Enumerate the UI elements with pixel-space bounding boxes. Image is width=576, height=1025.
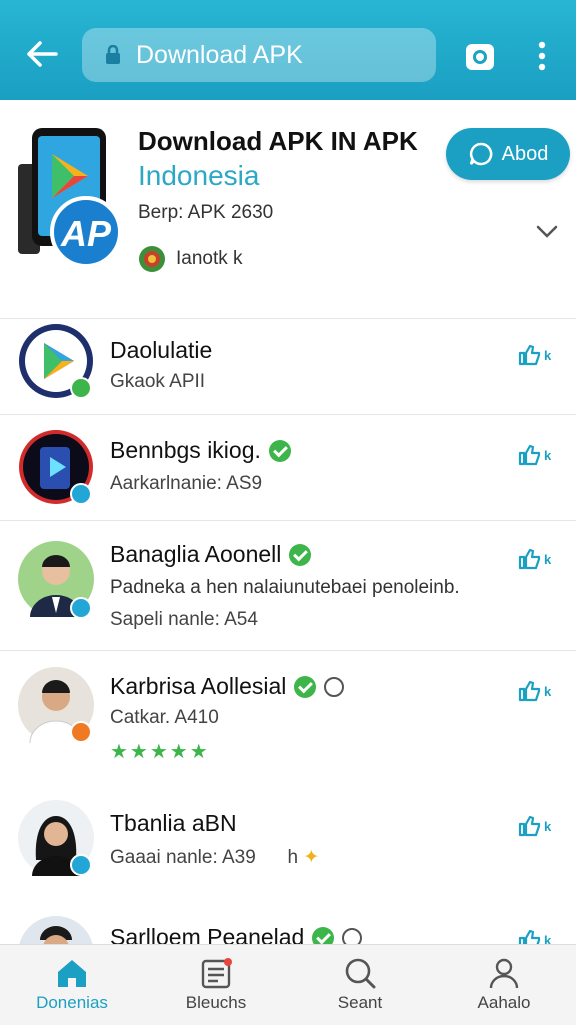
list-item[interactable]: Daolulatie Gkaok APII k (0, 318, 576, 415)
clock-icon (342, 927, 363, 944)
developer-avatar (138, 245, 166, 273)
item-subtitle-secondary: Sapeli nanle: A54 (110, 609, 258, 630)
status-badge (70, 483, 92, 505)
news-icon (201, 958, 232, 989)
app-title: Download APK IN APK (138, 126, 418, 156)
search-text: Download APK (136, 40, 303, 69)
search-input[interactable]: Download APK (82, 28, 436, 82)
camera-icon[interactable] (462, 38, 498, 74)
item-subtitle: Gaaai nanle: A39 h ✦ (110, 847, 320, 868)
lock-icon (104, 45, 122, 65)
verified-icon (294, 675, 317, 698)
avatar (18, 323, 94, 399)
item-subtitle: Padneka a hen nalaiunutebaei penoleinb. (110, 577, 460, 598)
item-name: Banaglia Aoonell (110, 541, 312, 568)
thumbs-up-icon[interactable]: k (518, 926, 558, 944)
status-badge (70, 597, 92, 619)
list-item[interactable]: Bennbgs ikiog. Aarkarlnanie: AS9 k (0, 414, 576, 521)
status-badge (70, 377, 92, 399)
nav-home[interactable]: Donenias (0, 945, 144, 1025)
app-meta: Berp: APK 2630 (138, 202, 274, 223)
app-subtitle: Indonesia (138, 160, 260, 191)
chat-icon (469, 142, 493, 166)
arrow-left-icon[interactable] (22, 34, 62, 74)
list-item[interactable]: Karbrisa Aollesial Catkar. A410 ★★★★★ k (0, 650, 576, 787)
verified-icon (312, 926, 335, 944)
status-badge (70, 721, 92, 743)
item-name: Sarlloem Peanelad (110, 924, 363, 944)
clock-icon (324, 676, 345, 697)
avatar (18, 800, 94, 876)
thumbs-up-icon[interactable]: k (518, 677, 558, 705)
avatar (18, 541, 94, 619)
svg-text:AP: AP (60, 213, 112, 254)
profile-icon (489, 958, 519, 989)
item-name: Daolulatie (110, 337, 213, 363)
search-icon (345, 958, 376, 989)
item-name: Karbrisa Aollesial (110, 673, 345, 700)
list-item[interactable]: Tbanlia aBN Gaaai nanle: A39 h ✦ k (0, 786, 576, 916)
item-name: Bennbgs ikiog. (110, 437, 291, 464)
avatar (18, 429, 94, 505)
thumbs-up-icon[interactable]: k (518, 441, 558, 469)
item-subtitle: Aarkarlnanie: AS9 (110, 473, 263, 494)
item-subtitle: Gkaok APII (110, 371, 206, 392)
thumbs-up-icon[interactable]: k (518, 341, 558, 369)
nav-news[interactable]: Bleuchs (144, 945, 288, 1025)
about-label: Abod (501, 142, 549, 165)
verified-icon (268, 439, 291, 462)
list-item[interactable]: Banaglia Aoonell Padneka a hen nalaiunut… (0, 520, 576, 651)
item-subtitle: Catkar. A410 (110, 707, 219, 728)
rating-stars: ★★★★★ (110, 741, 210, 763)
list-item[interactable]: Sarlloem Peanelad k (0, 916, 576, 944)
chevron-down-icon[interactable] (534, 218, 560, 244)
item-name: Tbanlia aBN (110, 810, 237, 836)
nav-search[interactable]: Seant (288, 945, 432, 1025)
nav-profile-label: Aahalo (477, 993, 531, 1012)
status-badge (70, 854, 92, 876)
top-app-bar: Download APK (0, 0, 576, 100)
nav-home-label: Donenias (36, 993, 108, 1012)
about-button[interactable]: Abod (446, 128, 570, 180)
app-icon: AP (18, 124, 124, 268)
thumbs-up-icon[interactable]: k (518, 545, 558, 573)
more-vertical-icon[interactable] (530, 38, 554, 74)
home-icon (58, 960, 86, 987)
avatar (18, 916, 94, 944)
developer-name[interactable]: Ianotk k (176, 248, 243, 270)
verified-icon (289, 543, 312, 566)
nav-search-label: Seant (337, 993, 383, 1012)
nav-news-label: Bleuchs (185, 993, 247, 1012)
nav-profile[interactable]: Aahalo (432, 945, 576, 1025)
avatar (18, 667, 94, 744)
sparkle-icon: ✦ (303, 847, 320, 868)
thumbs-up-icon[interactable]: k (518, 812, 558, 840)
bottom-navigation: Donenias Bleuchs Seant Aahalo (0, 944, 576, 1025)
